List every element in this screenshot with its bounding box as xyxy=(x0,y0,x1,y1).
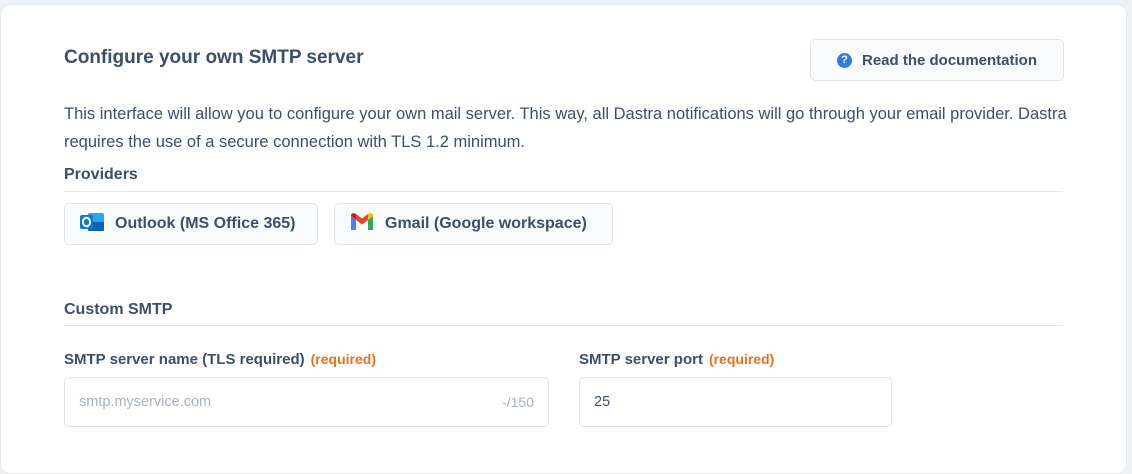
provider-gmail-label: Gmail (Google workspace) xyxy=(385,215,587,232)
read-documentation-label: Read the documentation xyxy=(861,51,1037,69)
gmail-icon xyxy=(349,212,375,237)
help-icon: ? xyxy=(836,52,852,68)
providers-divider xyxy=(64,191,1063,192)
custom-smtp-heading: Custom SMTP xyxy=(64,301,173,318)
server-name-label-text: SMTP server name (TLS required) xyxy=(64,351,305,368)
custom-smtp-divider xyxy=(64,325,1063,326)
provider-outlook-label: Outlook (MS Office 365) xyxy=(115,215,296,232)
outlook-icon xyxy=(79,211,105,238)
server-name-char-counter: -/150 xyxy=(502,394,534,410)
server-port-required-text: (required) xyxy=(708,351,775,367)
read-documentation-button[interactable]: ? Read the documentation xyxy=(810,39,1064,81)
server-port-input[interactable]: 25 xyxy=(579,377,892,427)
page-title: Configure your own SMTP server xyxy=(64,47,364,68)
description-text: This interface will allow you to configu… xyxy=(64,105,1067,151)
server-name-required-text: (required) xyxy=(310,351,376,367)
server-name-placeholder: smtp.myservice.com xyxy=(79,394,212,410)
provider-outlook-button[interactable]: Outlook (MS Office 365) xyxy=(64,203,318,245)
providers-heading: Providers xyxy=(64,166,138,183)
server-port-label: SMTP server port (required) xyxy=(579,351,774,368)
server-name-label: SMTP server name (TLS required) (required… xyxy=(64,351,376,368)
server-port-value: 25 xyxy=(594,394,611,410)
server-name-input[interactable]: smtp.myservice.com -/150 xyxy=(64,377,549,427)
provider-gmail-button[interactable]: Gmail (Google workspace) xyxy=(334,203,613,245)
server-port-label-text: SMTP server port xyxy=(579,351,703,368)
